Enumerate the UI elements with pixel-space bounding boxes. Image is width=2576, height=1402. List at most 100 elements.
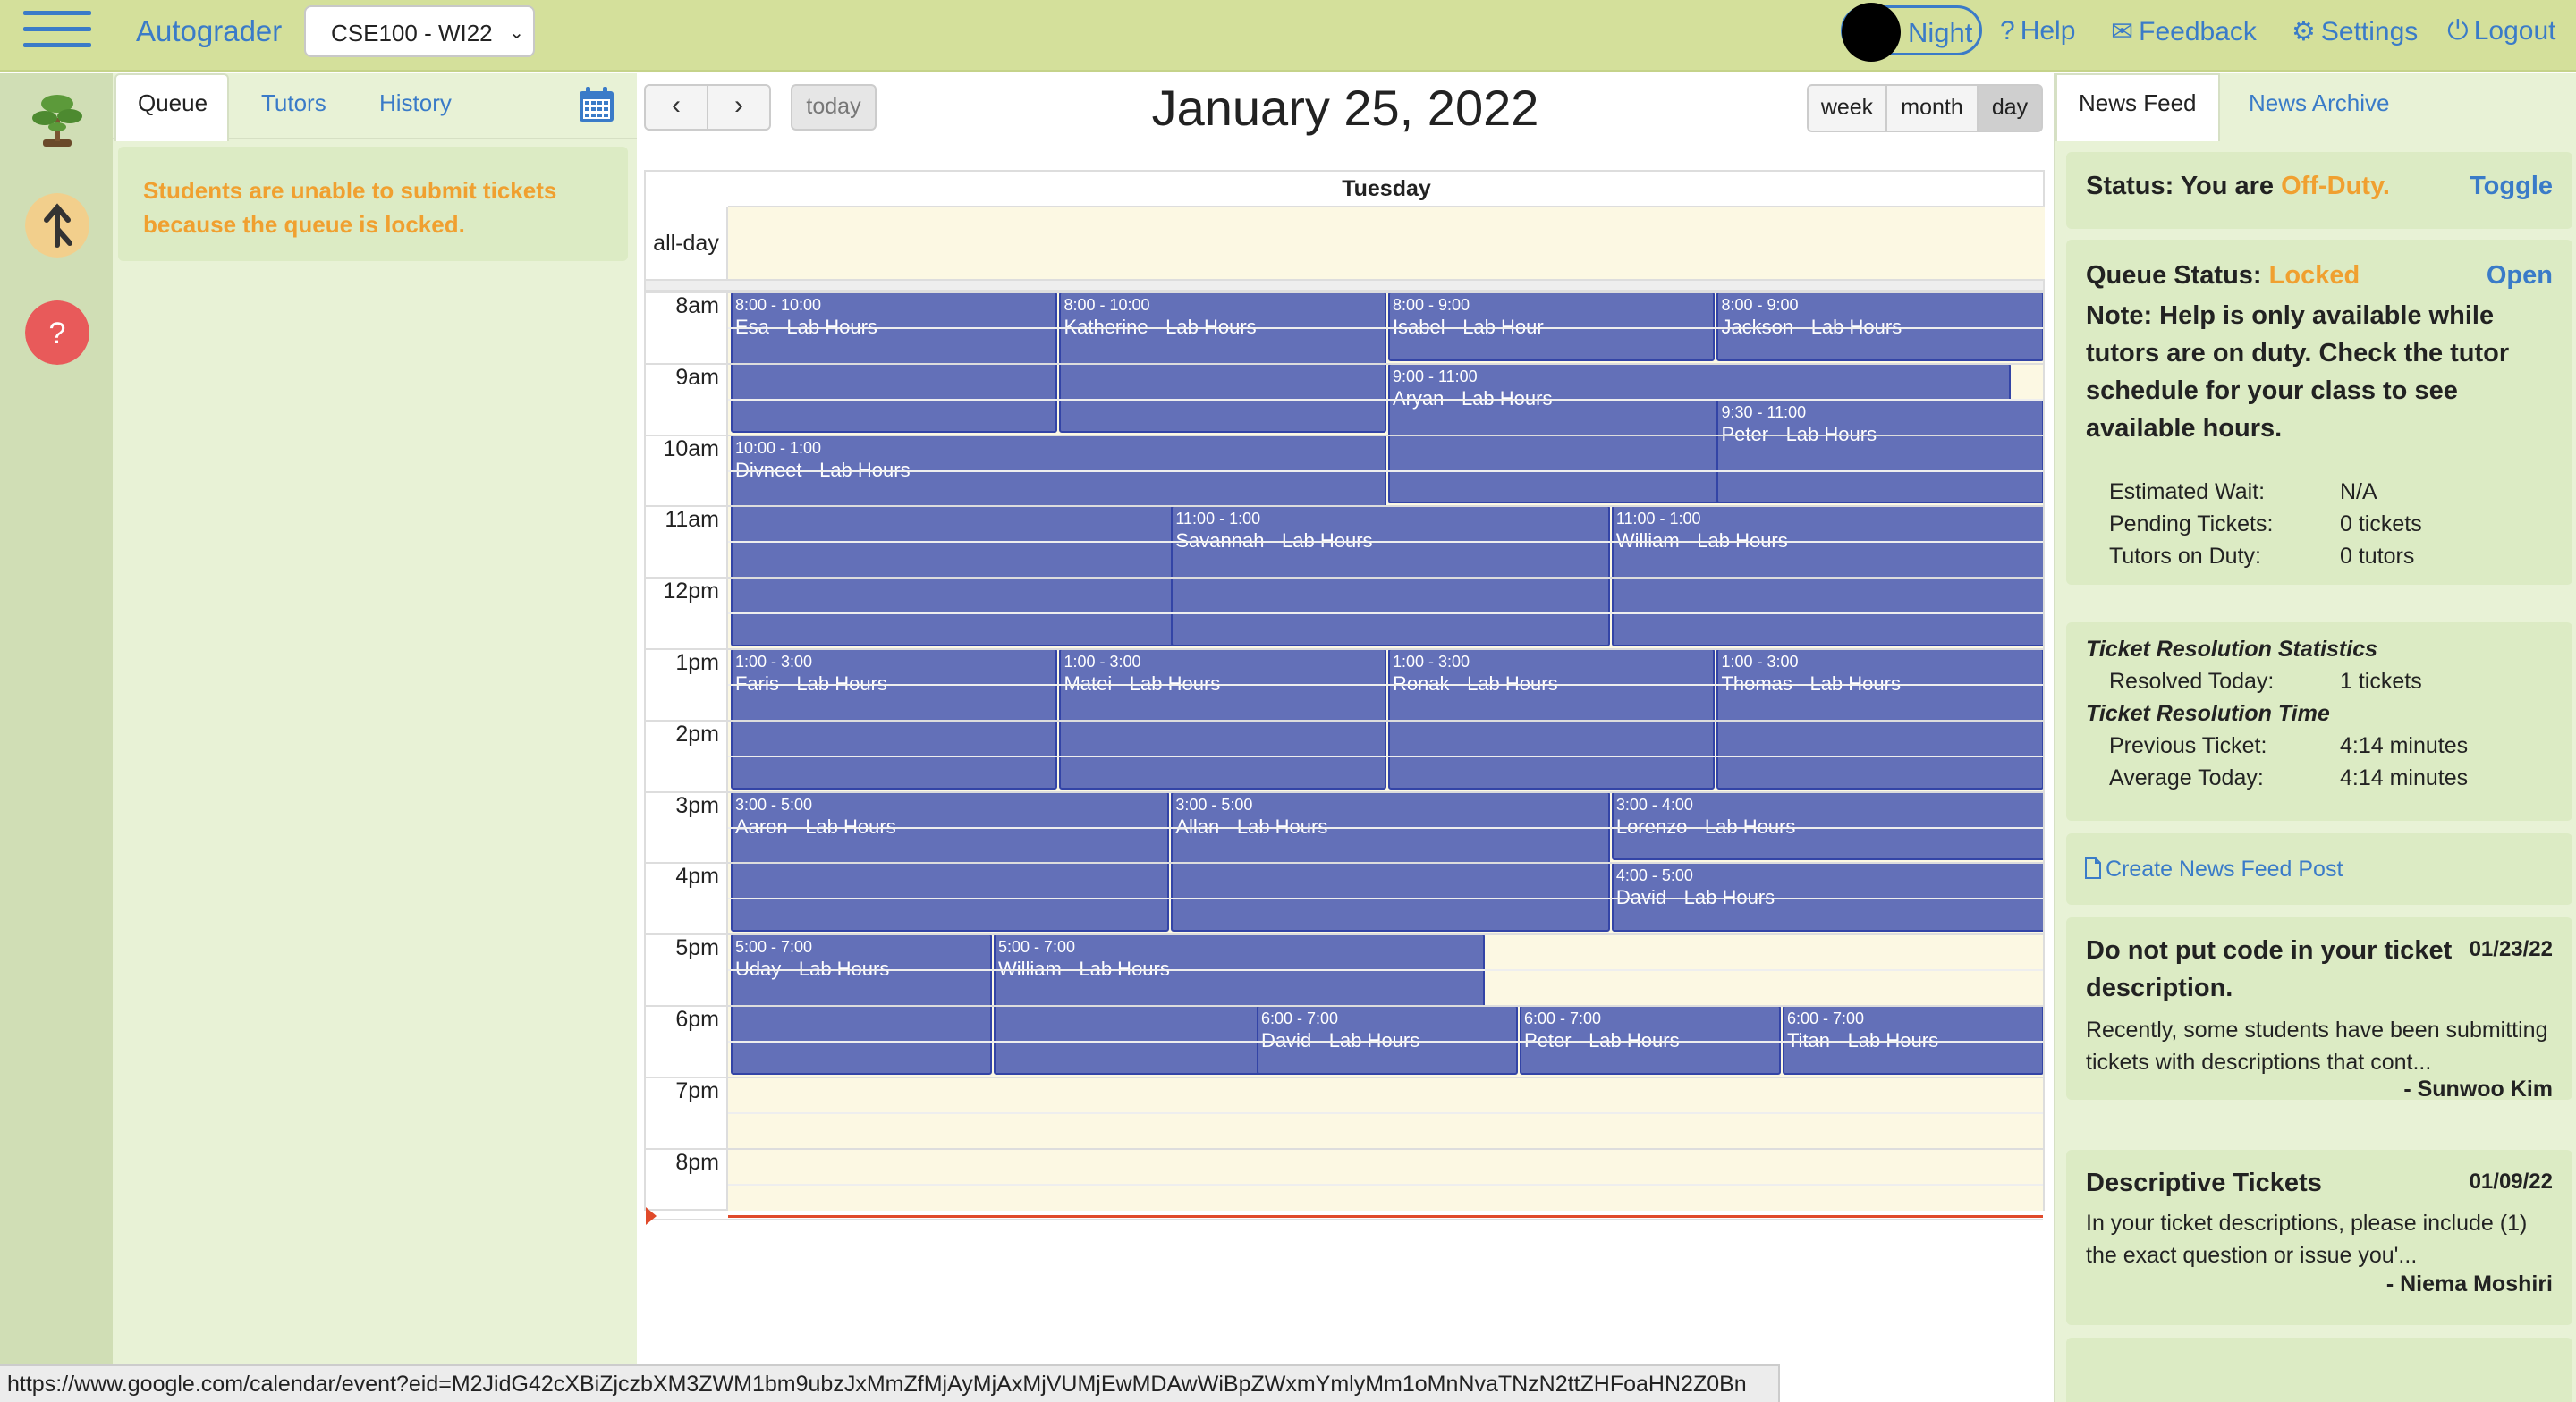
- brand-title[interactable]: Autograder: [136, 14, 282, 48]
- view-month-button[interactable]: month: [1885, 84, 1979, 132]
- calendar-event[interactable]: 1:00 - 3:00 Faris - Lab Hours: [730, 648, 1058, 790]
- hour-gridline: [646, 577, 2043, 579]
- hour-label: 8am: [675, 293, 719, 318]
- feedback-link[interactable]: ✉ Feedback: [2111, 16, 2257, 47]
- half-hour-gridline: [728, 1040, 2043, 1043]
- tab-news-archive[interactable]: News Archive: [2249, 89, 2390, 117]
- calendar-event[interactable]: 8:00 - 9:00 Jackson - Lab Hours: [1716, 291, 2043, 361]
- event-time: 5:00 - 7:00: [997, 938, 1075, 957]
- hour-label: 9am: [675, 364, 719, 390]
- calendar-event[interactable]: 6:00 - 7:00 David - Lab Hours: [1256, 1005, 1518, 1075]
- hour-gridline: [646, 648, 2043, 650]
- hour-label: 1pm: [675, 650, 719, 675]
- hour-label: 4pm: [675, 864, 719, 890]
- event-time: 3:00 - 4:00: [1615, 795, 1693, 814]
- top-navbar: Autograder CSE100 - WI22 ⌄ Night ? Help ✉…: [0, 0, 2576, 72]
- event-time: 1:00 - 3:00: [1721, 653, 1799, 671]
- stat-value: 0 tickets: [2340, 511, 2422, 536]
- logout-link[interactable]: ⏻ Logout: [2447, 16, 2556, 46]
- allday-label: all-day: [646, 207, 728, 279]
- queue-stats-card: Estimated Wait: N/A Pending Tickets: 0 t…: [2066, 460, 2572, 585]
- hour-gridline: [646, 1005, 2043, 1007]
- bonsai-tree-icon[interactable]: [25, 88, 89, 152]
- svg-text:?: ?: [49, 317, 66, 350]
- calendar-event[interactable]: 9:30 - 11:00 Peter - Lab Hours: [1716, 398, 2043, 504]
- half-hour-gridline: [728, 1111, 2043, 1114]
- join-queue-icon[interactable]: [25, 193, 89, 258]
- event-time: 4:00 - 5:00: [1615, 866, 1693, 885]
- calendar-event[interactable]: 8:00 - 10:00 Esa - Lab Hours: [730, 291, 1058, 433]
- event-time: 6:00 - 7:00: [1786, 1009, 1864, 1027]
- calendar-event[interactable]: 11:00 - 1:00 William - Lab Hours: [1611, 505, 2043, 646]
- event-time: 5:00 - 7:00: [734, 938, 812, 957]
- calendar-event[interactable]: 3:00 - 5:00 Allan - Lab Hours: [1171, 790, 1610, 933]
- calendar-event[interactable]: 5:00 - 7:00 Uday - Lab Hours: [730, 933, 992, 1075]
- stat-value: N/A: [2340, 479, 2377, 504]
- time-value: 4:14 minutes: [2340, 733, 2469, 758]
- calendar-event[interactable]: 3:00 - 4:00 Lorenzo - Lab Hours: [1611, 790, 2043, 861]
- calendar-event[interactable]: 6:00 - 7:00 Peter - Lab Hours: [1519, 1005, 1781, 1075]
- hour-label: 10am: [663, 435, 719, 461]
- calendar-event[interactable]: 4:00 - 5:00 David - Lab Hours: [1611, 862, 2043, 933]
- logout-label: Logout: [2473, 16, 2556, 46]
- hour-gridline: [646, 862, 2043, 865]
- hour-label: 7pm: [675, 1077, 719, 1103]
- tab-news-feed[interactable]: News Feed: [2079, 89, 2197, 117]
- day-timeline[interactable]: 8:00 - 10:00 Esa - Lab Hours 8:00 - 10:00 K…: [728, 291, 2043, 1211]
- event-time: 9:30 - 11:00: [1721, 402, 1807, 421]
- calendar-event[interactable]: 8:00 - 10:00 Katherine - Lab Hours: [1059, 291, 1386, 433]
- calendar-icon[interactable]: [578, 86, 615, 123]
- calendar-event[interactable]: 11:00 - 1:00 Savannah - Lab Hours: [1171, 505, 1610, 646]
- calendar-event[interactable]: 1:00 - 3:00 Ronak - Lab Hours: [1387, 648, 1716, 790]
- post-body: In your ticket descriptions, please incl…: [2086, 1211, 2528, 1268]
- queue-status-value: Locked: [2268, 261, 2360, 290]
- toggle-duty-button[interactable]: Toggle: [2470, 172, 2553, 201]
- night-mode-toggle[interactable]: Night: [1841, 3, 1982, 62]
- post-title: Do not put code in your ticket descripti…: [2086, 936, 2453, 1002]
- post-body: Recently, some students have been submit…: [2086, 1018, 2548, 1075]
- hamburger-menu-icon[interactable]: [23, 11, 91, 55]
- half-hour-gridline: [728, 969, 2043, 972]
- day-column-header: Tuesday: [728, 172, 2045, 207]
- course-select[interactable]: CSE100 - WI22 ⌄: [304, 5, 535, 57]
- calendar-event[interactable]: 1:00 - 3:00 Matei - Lab Hours: [1059, 648, 1386, 790]
- time-label: Average Today:: [2109, 765, 2264, 790]
- post-author: - Sunwoo Kim: [2403, 1077, 2553, 1102]
- hour-gridline: [646, 719, 2043, 722]
- icon-sidebar: ?: [0, 73, 113, 1402]
- chevron-down-icon: ⌄: [509, 23, 524, 43]
- time-label: Previous Ticket:: [2109, 733, 2267, 758]
- tab-queue[interactable]: Queue: [138, 89, 208, 117]
- news-post[interactable]: Descriptive Tickets 01/09/22 In your tic…: [2066, 1150, 2572, 1325]
- current-time-line: [728, 1215, 2043, 1219]
- allday-cell[interactable]: [728, 207, 2045, 279]
- half-hour-gridline: [728, 612, 2043, 615]
- settings-link[interactable]: ⚙ Settings: [2292, 16, 2418, 47]
- view-day-button[interactable]: day: [1977, 84, 2043, 132]
- time-gutter: 8am 9am 10am 11am 12pm 1pm 2pm 3pm 4pm 5pm 6pm 7pm 8…: [646, 291, 728, 1211]
- duty-status-prefix: Status: You are: [2086, 172, 2282, 200]
- open-queue-button[interactable]: Open: [2487, 261, 2553, 291]
- resolution-heading: Ticket Resolution Statistics: [2086, 637, 2378, 662]
- event-time: 9:00 - 11:00: [1392, 367, 1478, 385]
- question-help-icon[interactable]: ?: [25, 300, 89, 365]
- event-time: 1:00 - 3:00: [1063, 653, 1141, 671]
- calendar-event[interactable]: 3:00 - 5:00 Aaron - Lab Hours: [730, 790, 1170, 933]
- duty-status-value: Off-Duty.: [2281, 172, 2390, 200]
- calendar-event[interactable]: 1:00 - 3:00 Thomas - Lab Hours: [1716, 648, 2043, 790]
- help-link[interactable]: ? Help: [2000, 16, 2075, 46]
- tab-history[interactable]: History: [379, 89, 452, 117]
- queue-note: Note: Help is only available while tutor…: [2086, 301, 2510, 443]
- news-post[interactable]: [2066, 1338, 2572, 1402]
- calendar-event[interactable]: 6:00 - 7:00 Titan - Lab Hours: [1782, 1005, 2043, 1075]
- view-week-button[interactable]: week: [1807, 84, 1887, 132]
- link-status-bar: https://www.google.com/calendar/event?ei…: [0, 1364, 1780, 1402]
- calendar-event[interactable]: 8:00 - 9:00 Isabel - Lab Hour: [1387, 291, 1716, 361]
- news-post[interactable]: Do not put code in your ticket descripti…: [2066, 917, 2572, 1102]
- create-news-post-link[interactable]: Create News Feed Post: [2084, 857, 2343, 883]
- tab-tutors[interactable]: Tutors: [261, 89, 326, 117]
- help-icon: ?: [2000, 16, 2015, 46]
- create-post-card: Create News Feed Post: [2066, 833, 2572, 905]
- gear-icon: ⚙: [2292, 17, 2316, 46]
- help-label: Help: [2020, 16, 2076, 46]
